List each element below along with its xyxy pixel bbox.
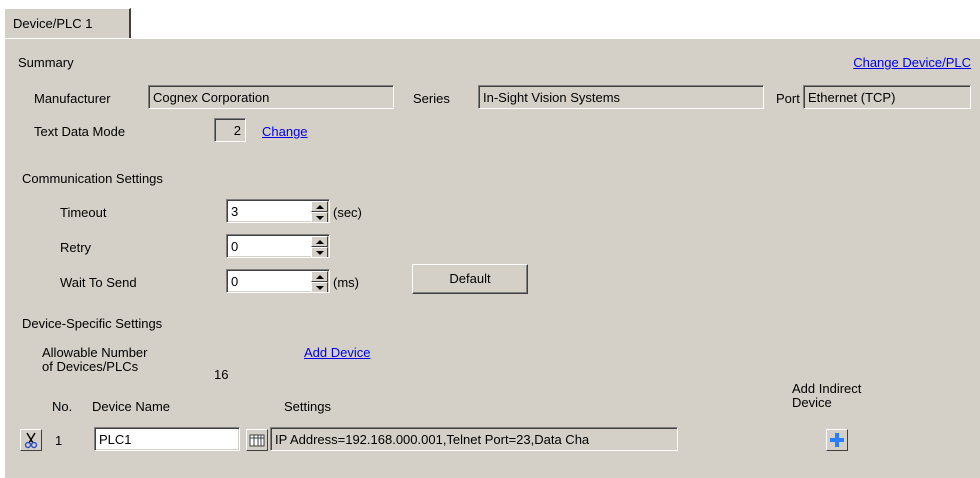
column-settings-header: Settings (284, 399, 331, 414)
allowable-line-2: of Devices/PLCs (42, 359, 139, 374)
retry-stepper[interactable]: 0 (226, 234, 330, 258)
device-name-input[interactable]: PLC1 (94, 427, 240, 451)
timeout-stepper[interactable]: 3 (226, 199, 330, 223)
port-field: Ethernet (TCP) (803, 85, 971, 109)
device-specific-settings-heading: Device-Specific Settings (22, 316, 163, 331)
timeout-spin[interactable] (311, 201, 328, 222)
port-value: Ethernet (TCP) (808, 90, 896, 105)
add-device-link[interactable]: Add Device (304, 345, 370, 360)
change-device-plc-link[interactable]: Change Device/PLC (853, 55, 971, 70)
grid-settings-icon[interactable] (246, 429, 268, 451)
allowable-line-1: Allowable Number (42, 345, 148, 360)
timeout-value: 3 (231, 204, 239, 219)
tab-label: Device/PLC 1 (13, 16, 93, 31)
series-label: Series (413, 91, 450, 106)
change-text-data-mode-link[interactable]: Change (262, 124, 308, 139)
column-no-header: No. (52, 399, 73, 414)
device-name-value: PLC1 (99, 432, 132, 447)
series-value: In-Sight Vision Systems (483, 90, 621, 105)
manufacturer-field: Cognex Corporation (148, 85, 394, 109)
plus-icon[interactable] (826, 429, 848, 451)
wait-to-send-value: 0 (231, 274, 239, 289)
text-data-mode-label: Text Data Mode (34, 124, 126, 139)
row-number: 1 (55, 433, 63, 448)
column-device-name-header: Device Name (92, 399, 171, 414)
retry-label: Retry (60, 240, 92, 255)
communication-settings-heading: Communication Settings (22, 171, 163, 186)
retry-value: 0 (231, 239, 239, 254)
wait-to-send-spin[interactable] (311, 271, 328, 292)
retry-spin[interactable] (311, 236, 328, 257)
series-field: In-Sight Vision Systems (478, 85, 764, 109)
spin-down-icon[interactable] (311, 212, 328, 222)
spin-up-icon[interactable] (311, 201, 328, 212)
tab-strip: Device/PLC 1 (0, 0, 980, 40)
summary-heading: Summary (18, 55, 74, 70)
wait-to-send-stepper[interactable]: 0 (226, 269, 330, 293)
spin-up-icon[interactable] (311, 271, 328, 282)
spin-down-icon[interactable] (311, 247, 328, 257)
timeout-label: Timeout (60, 205, 107, 220)
manufacturer-value: Cognex Corporation (153, 90, 270, 105)
port-label: Port (776, 91, 800, 106)
wait-to-send-label: Wait To Send (60, 275, 137, 290)
text-data-mode-field: 2 (214, 118, 246, 142)
spin-down-icon[interactable] (311, 282, 328, 292)
device-settings-value: IP Address=192.168.000.001,Telnet Port=2… (275, 432, 590, 447)
allowable-number-label: Allowable Number of Devices/PLCs (42, 346, 148, 374)
text-data-mode-value: 2 (233, 123, 241, 138)
device-settings-field: IP Address=192.168.000.001,Telnet Port=2… (270, 427, 678, 451)
default-button[interactable]: Default (412, 264, 528, 294)
timeout-unit: (sec) (333, 205, 362, 220)
allowable-number-value: 16 (214, 367, 229, 382)
tab-device-plc-1[interactable]: Device/PLC 1 (4, 8, 131, 38)
manufacturer-label: Manufacturer (34, 91, 111, 106)
spin-up-icon[interactable] (311, 236, 328, 247)
add-indirect-line-2: Device (792, 395, 832, 410)
scissors-icon[interactable] (20, 429, 42, 451)
add-indirect-device-header: Add Indirect Device (792, 382, 861, 410)
wait-to-send-unit: (ms) (333, 275, 359, 290)
add-indirect-line-1: Add Indirect (792, 381, 862, 396)
